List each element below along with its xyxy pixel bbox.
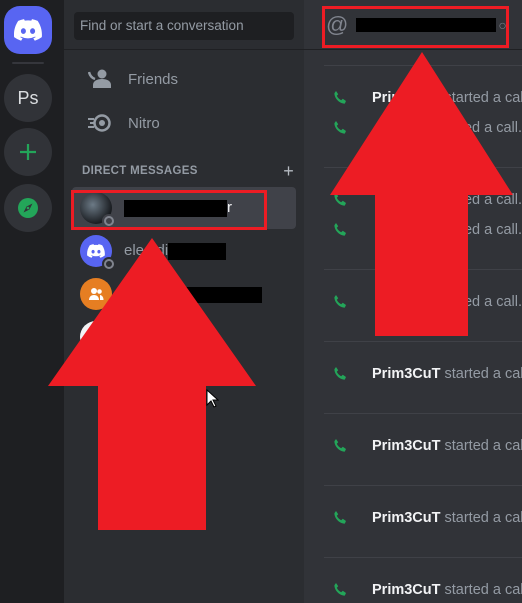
at-sign-icon: @ [326, 11, 349, 37]
plus-icon [20, 144, 36, 160]
redacted-text [356, 17, 497, 32]
friends-icon [84, 63, 116, 95]
message-text: started a call. [444, 438, 522, 454]
message-author[interactable]: Prim3CuT [372, 582, 441, 598]
message: Prim3CuT started a call. [304, 435, 522, 457]
dm-name [124, 285, 262, 303]
divider [324, 413, 522, 414]
nav-friends[interactable]: Friends [72, 58, 296, 100]
divider [324, 269, 522, 270]
message: Prim3CuT started a call. [304, 579, 522, 601]
dm-sidebar: Find or start a conversation Friends Nit… [64, 0, 304, 603]
server-label: Ps [17, 87, 39, 108]
group-dm-icon [89, 288, 104, 300]
main-panel: @ ○ Prim3CuT started a call. started a c… [304, 0, 522, 603]
add-server-button[interactable] [4, 128, 52, 176]
avatar [80, 235, 116, 271]
avatar [80, 192, 116, 228]
phone-call-icon [332, 120, 350, 136]
phone-call-icon [332, 90, 348, 106]
mouse-cursor-icon [206, 389, 219, 408]
message-text: started a call. [435, 222, 522, 238]
message-text: started a call. [435, 294, 522, 310]
home-button[interactable] [4, 6, 52, 54]
nav-label: Friends [128, 70, 179, 88]
phone-call-icon [332, 582, 348, 598]
nitro-icon [84, 107, 116, 139]
phone-call-icon [332, 222, 350, 238]
create-dm-button[interactable]: + [283, 162, 294, 180]
divider [324, 485, 522, 486]
dm-item[interactable]: ele di [72, 230, 296, 272]
explore-servers-button[interactable] [4, 184, 52, 232]
nav-nitro[interactable]: Nitro [72, 102, 296, 144]
status-offline-icon: ○ [498, 16, 507, 33]
direct-messages-header: DIRECT MESSAGES + [82, 162, 294, 180]
dm-header-label: DIRECT MESSAGES [82, 165, 198, 177]
message: started a call. [304, 117, 522, 139]
search-input[interactable]: Find or start a conversation [74, 12, 294, 40]
divider [324, 65, 522, 66]
channel-header: @ ○ [304, 0, 522, 50]
message-author[interactable]: Prim3CuT [372, 366, 441, 382]
divider [324, 341, 522, 342]
message-text: started a call. [435, 120, 522, 136]
message: Prim3CuT started a call. [304, 363, 522, 385]
dm-name: r [124, 199, 232, 217]
phone-call-icon [332, 438, 348, 454]
message: Prim3CuT started a call. [304, 87, 522, 109]
message: started a call. [304, 291, 522, 313]
phone-call-icon [332, 294, 350, 310]
avatar [80, 278, 112, 310]
message: started a call. [304, 189, 522, 211]
status-offline-icon [102, 214, 116, 228]
dm-item[interactable]: r [72, 187, 296, 229]
message-author[interactable]: Prim3CuT [372, 90, 441, 106]
phone-call-icon [332, 366, 348, 382]
rail-separator [12, 62, 44, 64]
phone-call-icon [332, 192, 350, 208]
phone-call-icon [332, 510, 348, 526]
discord-logo-icon [14, 19, 42, 41]
avatar [80, 321, 112, 353]
redacted-text [124, 199, 227, 217]
divider [324, 167, 522, 168]
message-text: started a call. [444, 582, 522, 598]
message: started a call. [304, 219, 522, 241]
compass-icon [18, 198, 38, 218]
nav-label: Nitro [128, 114, 160, 132]
dm-item[interactable] [72, 316, 296, 358]
message-author[interactable]: Prim3CuT [372, 438, 441, 454]
redacted-text [168, 242, 227, 260]
server-ps[interactable]: Ps [4, 74, 52, 122]
message-text: started a call. [444, 90, 522, 106]
message: Prim3CuT started a call. [304, 507, 522, 529]
message-text: started a call. [444, 510, 522, 526]
dm-item[interactable] [72, 273, 296, 315]
redacted-text [169, 286, 262, 303]
message-text: started a call. [444, 366, 522, 382]
discord-logo-icon [87, 244, 105, 258]
search-bar: Find or start a conversation [64, 0, 304, 50]
divider [324, 557, 522, 558]
message-author[interactable]: Prim3CuT [372, 510, 441, 526]
message-text: started a call. [435, 192, 522, 208]
server-rail: Ps [0, 0, 64, 603]
status-offline-icon [102, 257, 116, 271]
dm-name: ele di [124, 242, 227, 260]
